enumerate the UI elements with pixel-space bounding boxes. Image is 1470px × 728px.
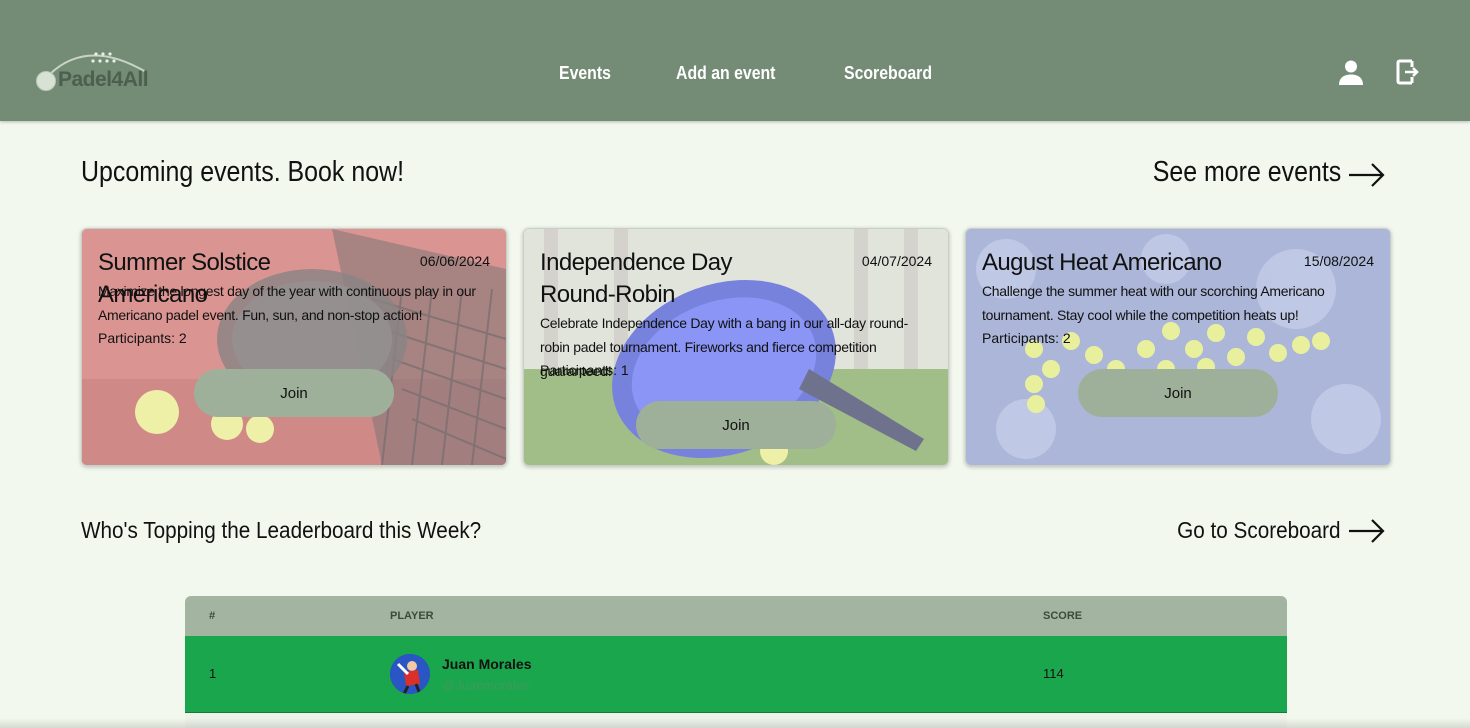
score-cell: 114 — [1043, 666, 1064, 681]
table-header: # PLAYER SCORE — [185, 596, 1287, 636]
player-handle: @Juanmorales — [442, 678, 530, 693]
table-row[interactable]: 1 Juan Morales @Juanmorales 114 — [185, 636, 1287, 713]
nav-events[interactable]: Events — [559, 63, 611, 84]
leaderboard-title: Who's Topping the Leaderboard this Week? — [81, 517, 482, 543]
brand-logo[interactable]: Padel4All — [34, 44, 164, 96]
column-header-score: SCORE — [1043, 610, 1083, 622]
event-date: 15/08/2024 — [1303, 253, 1374, 269]
event-card: Independence Day Round-Robin 04/07/2024 … — [523, 228, 949, 466]
event-participants: Participants: 2 — [98, 330, 187, 346]
event-date: 06/06/2024 — [419, 253, 490, 269]
tennis-ball-icon — [36, 71, 56, 91]
avatar — [390, 654, 430, 694]
join-button[interactable]: Join — [636, 401, 836, 449]
brand-name: Padel4All — [58, 68, 149, 91]
event-date: 04/07/2024 — [861, 253, 932, 269]
event-title: Independence Day Round-Robin — [540, 249, 733, 308]
event-description: Challenge the summer heat with our scorc… — [982, 283, 1325, 323]
event-participants: Participants: 2 — [982, 330, 1071, 346]
event-participants: Participants: 1 — [540, 362, 629, 378]
upcoming-events-title: Upcoming events. Book now! — [81, 156, 405, 188]
event-card: August Heat Americano 15/08/2024 Challen… — [965, 228, 1391, 466]
join-button[interactable]: Join — [194, 369, 394, 417]
arrow-right-icon[interactable] — [1348, 518, 1386, 544]
column-header-rank: # — [209, 610, 216, 622]
arrow-right-icon[interactable] — [1348, 162, 1386, 188]
player-photo — [390, 654, 430, 694]
event-card: Summer Solstice Americano 06/06/2024 Max… — [81, 228, 507, 466]
rank-cell: 1 — [209, 666, 217, 681]
see-more-events-link[interactable]: See more events — [1152, 156, 1341, 189]
person-icon[interactable] — [1337, 58, 1365, 86]
column-header-player: PLAYER — [390, 610, 434, 622]
nav-add-event[interactable]: Add an event — [676, 63, 775, 84]
top-navbar: Padel4All Events Add an event Scoreboard — [0, 0, 1470, 121]
go-to-scoreboard-link[interactable]: Go to Scoreboard — [1178, 517, 1341, 544]
leaderboard-table: # PLAYER SCORE 1 Juan Morales @Juanmoral… — [185, 596, 1287, 728]
nav-scoreboard[interactable]: Scoreboard — [844, 63, 932, 84]
event-description: Maximize the longest day of the year wit… — [98, 283, 476, 323]
join-button[interactable]: Join — [1078, 369, 1278, 417]
player-name: Juan Morales — [442, 656, 532, 672]
event-description: Celebrate Independence Day with a bang i… — [540, 315, 909, 379]
event-title: August Heat Americano — [982, 249, 1222, 276]
logout-icon[interactable] — [1396, 58, 1420, 86]
